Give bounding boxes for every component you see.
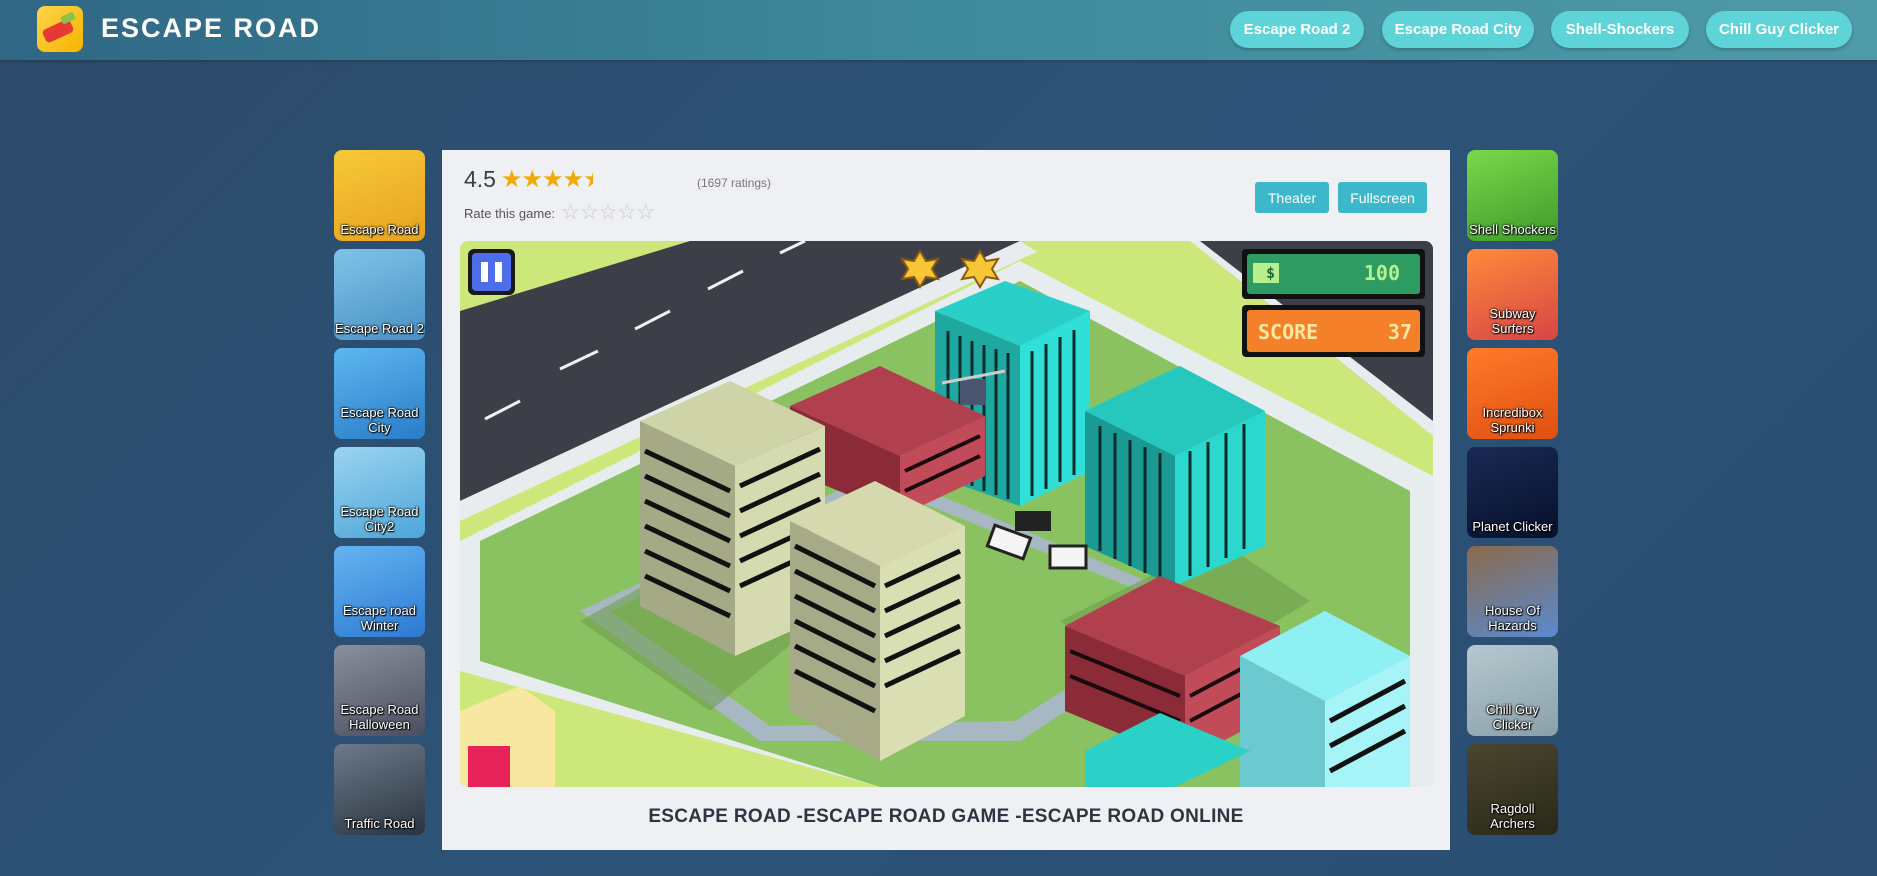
game-panel: 4.5 ★★★★★ (1697 ratings) Rate this game:… [442,150,1450,850]
game-thumb-label: House Of Hazards [1485,603,1540,633]
left-game-thumb[interactable]: Escape Road [334,150,425,241]
left-game-thumb[interactable]: Escape road Winter [334,546,425,637]
nav-chill-guy-clicker[interactable]: Chill Guy Clicker [1706,11,1852,48]
right-game-thumb[interactable]: Planet Clicker [1467,447,1558,538]
left-game-thumb[interactable]: Escape Road Halloween [334,645,425,736]
game-thumb-label: Chill Guy Clicker [1486,702,1539,732]
game-thumb-label: Escape Road City [340,405,419,435]
rating-score: 4.5 [464,166,496,192]
theater-button[interactable]: Theater [1255,182,1329,213]
nav-shell-shockers[interactable]: Shell-Shockers [1551,11,1689,48]
rate-stars-input[interactable]: ☆☆☆☆☆ [561,200,655,225]
site-title[interactable]: ESCAPE ROAD [101,13,321,44]
money-icon: $ [1266,264,1275,282]
score-value: 37 [1388,320,1412,344]
game-thumb-label: Planet Clicker [1472,519,1553,534]
right-game-thumb[interactable]: Chill Guy Clicker [1467,645,1558,736]
game-thumb-label: Ragdoll Archers [1490,801,1535,831]
money-value: 100 [1364,261,1400,285]
game-thumb-label: Traffic Road [344,816,415,831]
right-game-thumb[interactable]: Ragdoll Archers [1467,744,1558,835]
rating-stars-icon: ★★★★★ [501,166,593,193]
game-thumb-label: Escape Road [340,222,419,237]
right-game-thumb[interactable]: Incredibox Sprunki [1467,348,1558,439]
game-thumb-label: Escape Road Halloween [340,702,419,732]
top-header: ESCAPE ROAD Escape Road 2 Escape Road Ci… [0,0,1877,60]
game-thumb-label: Incredibox Sprunki [1482,405,1543,435]
game-thumb-label: Subway Surfers [1489,306,1536,336]
right-game-thumb[interactable]: Subway Surfers [1467,249,1558,340]
left-game-thumb[interactable]: Escape Road City [334,348,425,439]
left-game-thumb[interactable]: Escape Road 2 [334,249,425,340]
left-game-thumb[interactable]: Traffic Road [334,744,425,835]
right-game-thumb[interactable]: Shell Shockers [1467,150,1558,241]
left-game-thumb[interactable]: Escape Road City2 [334,447,425,538]
game-thumb-label: Escape road Winter [343,603,416,633]
fullscreen-button[interactable]: Fullscreen [1338,182,1427,213]
nav-escape-road-city[interactable]: Escape Road City [1382,11,1534,48]
nav-escape-road-2[interactable]: Escape Road 2 [1230,11,1364,48]
game-thumb-label: Shell Shockers [1469,222,1556,237]
game-thumb-label: Escape Road City2 [340,504,419,534]
game-caption: ESCAPE ROAD -ESCAPE ROAD GAME -ESCAPE RO… [648,806,1244,827]
rate-this-game-label: Rate this game: [464,206,556,221]
ratings-count: (1697 ratings) [697,176,772,190]
game-canvas[interactable]: $ 100 SCORE 37 [460,241,1433,787]
game-thumb-label: Escape Road 2 [335,321,424,336]
score-label: SCORE [1258,320,1318,344]
site-logo[interactable] [37,6,83,52]
right-game-thumb[interactable]: House Of Hazards [1467,546,1558,637]
